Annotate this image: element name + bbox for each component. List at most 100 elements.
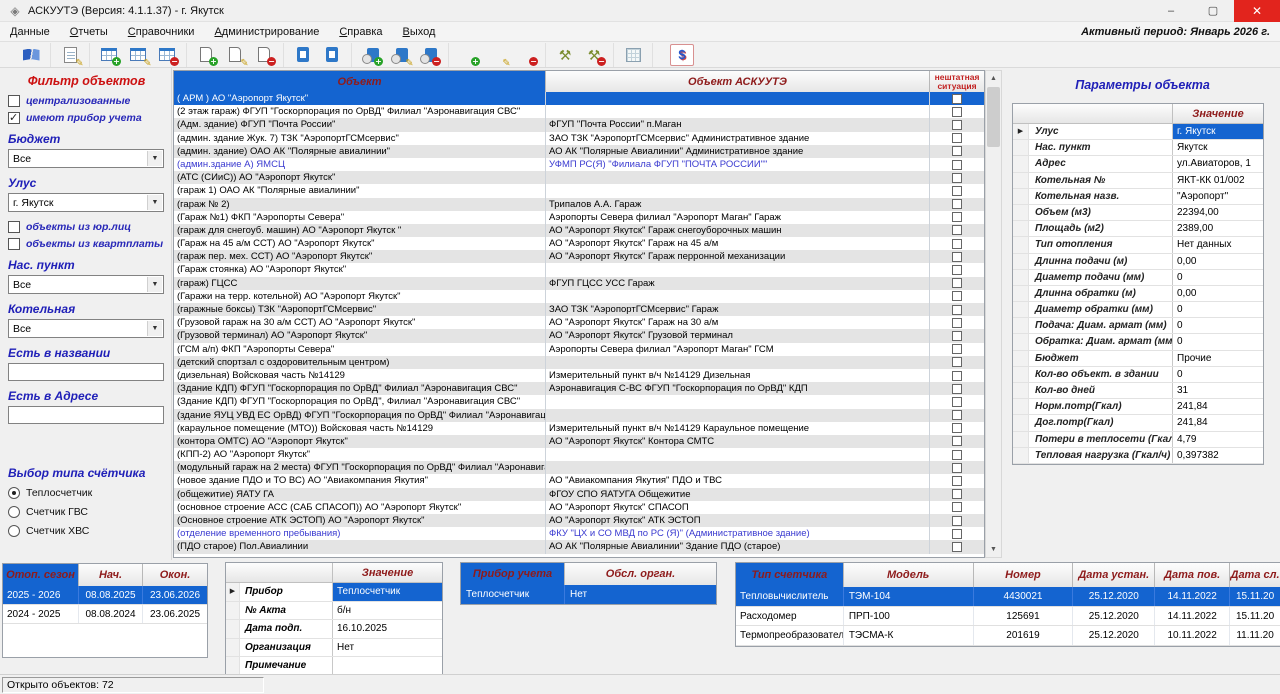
- node-edit-icon[interactable]: ✎: [388, 44, 412, 66]
- checkbox-has-meter[interactable]: имеют прибор учета: [8, 112, 165, 124]
- node-add-icon[interactable]: +: [359, 44, 383, 66]
- object-edit-icon[interactable]: ✎: [223, 44, 247, 66]
- column-header-model[interactable]: Модель: [844, 563, 974, 587]
- emergency-checkbox[interactable]: [952, 252, 962, 262]
- column-header-season[interactable]: Отоп. сезон: [3, 564, 79, 586]
- checkbox-centralized-box[interactable]: [8, 95, 20, 107]
- tools-remove-icon[interactable]: ⚒−: [582, 44, 606, 66]
- emergency-checkbox[interactable]: [952, 436, 962, 446]
- table-row[interactable]: (ГСМ а/п) ФКП "Аэропорты Севера"Аэропорт…: [174, 343, 984, 356]
- table-row[interactable]: (ПДО старое) Пол.АвиалинииАО АК "Полярны…: [174, 540, 984, 553]
- radio-heat-meter-dot[interactable]: [8, 487, 20, 499]
- param-row[interactable]: Котельная №ЯКТ-КК 01/002: [1013, 173, 1263, 189]
- budget-select[interactable]: Все ▼: [8, 149, 164, 168]
- meter-row[interactable]: РасходомерПРП-10012569125.12.202014.11.2…: [736, 607, 1280, 627]
- checkbox-kvart-objects[interactable]: объекты из квартплаты: [8, 238, 165, 250]
- column-header-emergency[interactable]: нештатная ситуация: [930, 71, 984, 92]
- table-row[interactable]: (Здание КДП) ФГУП "Госкорпорация по ОрВД…: [174, 395, 984, 408]
- emergency-checkbox[interactable]: [952, 476, 962, 486]
- param-row[interactable]: Длинна подачи (м)0,00: [1013, 254, 1263, 270]
- menu-item-Справка[interactable]: Справка: [329, 24, 392, 40]
- menu-item-Отчеты[interactable]: Отчеты: [60, 24, 118, 40]
- table-row[interactable]: (дизельная) Войсковая часть №14129Измери…: [174, 369, 984, 382]
- maximize-icon[interactable]: ▢: [1192, 0, 1234, 22]
- emergency-checkbox[interactable]: [952, 199, 962, 209]
- emergency-checkbox[interactable]: [952, 146, 962, 156]
- param-row[interactable]: Тепловая нагрузка (Гкал/ч)0,397382: [1013, 448, 1263, 464]
- table-row[interactable]: (общежитие) ЯАТУ ГАФГОУ СПО ЯАТУГА Общеж…: [174, 488, 984, 501]
- table-row[interactable]: (Гаражи на терр. котельной) АО "Аэропорт…: [174, 290, 984, 303]
- table-row[interactable]: (админ. здание) ОАО АК "Полярные авиалин…: [174, 145, 984, 158]
- emergency-checkbox[interactable]: [952, 463, 962, 473]
- radio-hvs-meter-dot[interactable]: [8, 525, 20, 537]
- scroll-down-icon[interactable]: ▼: [986, 542, 1001, 557]
- emergency-checkbox[interactable]: [952, 357, 962, 367]
- emergency-checkbox[interactable]: [952, 318, 962, 328]
- season-row[interactable]: 2024 - 202508.08.202423.06.2025: [3, 605, 207, 624]
- param-row[interactable]: Адресул.Авиаторов, 1: [1013, 156, 1263, 172]
- emergency-checkbox[interactable]: [952, 450, 962, 460]
- param-row[interactable]: Обратка: Диам. армат (мм)0: [1013, 334, 1263, 350]
- emergency-checkbox[interactable]: [952, 186, 962, 196]
- chevron-down-icon[interactable]: ▼: [147, 277, 162, 292]
- param-row[interactable]: Подача: Диам. армат (мм)0: [1013, 318, 1263, 334]
- checkbox-has-meter-box[interactable]: [8, 112, 20, 124]
- table-remove-icon[interactable]: −: [155, 44, 179, 66]
- scrollbar-thumb[interactable]: [987, 87, 1000, 147]
- node-remove-icon[interactable]: −: [417, 44, 441, 66]
- emergency-checkbox[interactable]: [952, 384, 962, 394]
- tools-icon[interactable]: ⚒: [553, 44, 577, 66]
- table-row[interactable]: (здание ЯУЦ УВД ЕС ОрВД) ФГУП "Госкорпор…: [174, 409, 984, 422]
- address-contains-input[interactable]: [8, 406, 164, 424]
- column-header-end[interactable]: Окон.: [143, 564, 207, 586]
- emergency-checkbox[interactable]: [952, 265, 962, 275]
- checkbox-kvart-objects-box[interactable]: [8, 238, 20, 250]
- act-row[interactable]: ▶ПриборТеплосчетчик: [226, 583, 442, 602]
- emergency-checkbox[interactable]: [952, 107, 962, 117]
- checkbox-jur-objects-box[interactable]: [8, 221, 20, 233]
- param-row[interactable]: Длинна обратки (м)0,00: [1013, 286, 1263, 302]
- column-header-meter-type[interactable]: Тип счетчика: [736, 563, 844, 587]
- boiler-select[interactable]: Все ▼: [8, 319, 164, 338]
- ledger-icon[interactable]: [621, 44, 645, 66]
- table-row[interactable]: (2 этаж гараж) ФГУП "Госкорпорация по Ор…: [174, 105, 984, 118]
- table-row[interactable]: (Адм. здание) ФГУП "Почта России"ФГУП "П…: [174, 118, 984, 131]
- table-row[interactable]: (админ. здание Жук. 7) ТЗК "АэропортГСМс…: [174, 132, 984, 145]
- emergency-checkbox[interactable]: [952, 489, 962, 499]
- param-row[interactable]: Тип отопленияНет данных: [1013, 237, 1263, 253]
- name-contains-input[interactable]: [8, 363, 164, 381]
- act-row[interactable]: Дата подп.16.10.2025: [226, 620, 442, 639]
- emergency-checkbox[interactable]: [952, 305, 962, 315]
- meter-edit-icon[interactable]: ✎: [485, 44, 509, 66]
- table-row[interactable]: (отделение временного пребывания)ФКУ "ЦХ…: [174, 527, 984, 540]
- device-row[interactable]: ТеплосчетчикНет: [461, 585, 716, 604]
- menu-item-Данные[interactable]: Данные: [0, 24, 60, 40]
- emergency-checkbox[interactable]: [952, 160, 962, 170]
- table-row[interactable]: (Гараж стоянка) АО "Аэропорт Якутск": [174, 263, 984, 276]
- column-header-device[interactable]: Прибор учета: [461, 563, 565, 585]
- emergency-checkbox[interactable]: [952, 94, 962, 104]
- payment-icon[interactable]: $: [670, 44, 694, 66]
- emergency-checkbox[interactable]: [952, 542, 962, 552]
- column-header-verify-date[interactable]: Дата пов.: [1155, 563, 1230, 587]
- act-row[interactable]: ОрганизацияНет: [226, 639, 442, 658]
- emergency-checkbox[interactable]: [952, 529, 962, 539]
- emergency-checkbox[interactable]: [952, 423, 962, 433]
- meter-row[interactable]: ТермопреобразовательТЭСМА-К20161925.12.2…: [736, 626, 1280, 646]
- table-row[interactable]: (гаражные боксы) ТЗК "АэропортГСМсервис"…: [174, 303, 984, 316]
- table-row[interactable]: (Основное строение АТК ЭСТОП) АО "Аэропо…: [174, 514, 984, 527]
- table-row[interactable]: (новое здание ПДО и ТО ВС) АО "Авиакомпа…: [174, 474, 984, 487]
- table-row[interactable]: (Грузовой гараж на 30 а/м ССТ) АО "Аэроп…: [174, 316, 984, 329]
- emergency-checkbox[interactable]: [952, 331, 962, 341]
- chevron-down-icon[interactable]: ▼: [147, 195, 162, 210]
- object-add-icon[interactable]: +: [194, 44, 218, 66]
- meter-add-icon[interactable]: +: [456, 44, 480, 66]
- table-row[interactable]: ( АРМ ) АО "Аэропорт Якутск": [174, 92, 984, 105]
- ulus-select[interactable]: г. Якутск ▼: [8, 193, 164, 212]
- table-row[interactable]: (Здание КДП) ФГУП "Госкорпорация по ОрВД…: [174, 382, 984, 395]
- radio-gvs-meter[interactable]: Счетчик ГВС: [8, 506, 165, 518]
- param-row[interactable]: Потери в теплосети (Гкал)4,79: [1013, 432, 1263, 448]
- checkbox-centralized[interactable]: централизованные: [8, 95, 165, 107]
- table-row[interactable]: (гараж пер. мех. ССТ) АО "Аэропорт Якутс…: [174, 250, 984, 263]
- param-row[interactable]: Нас. пунктЯкутск: [1013, 140, 1263, 156]
